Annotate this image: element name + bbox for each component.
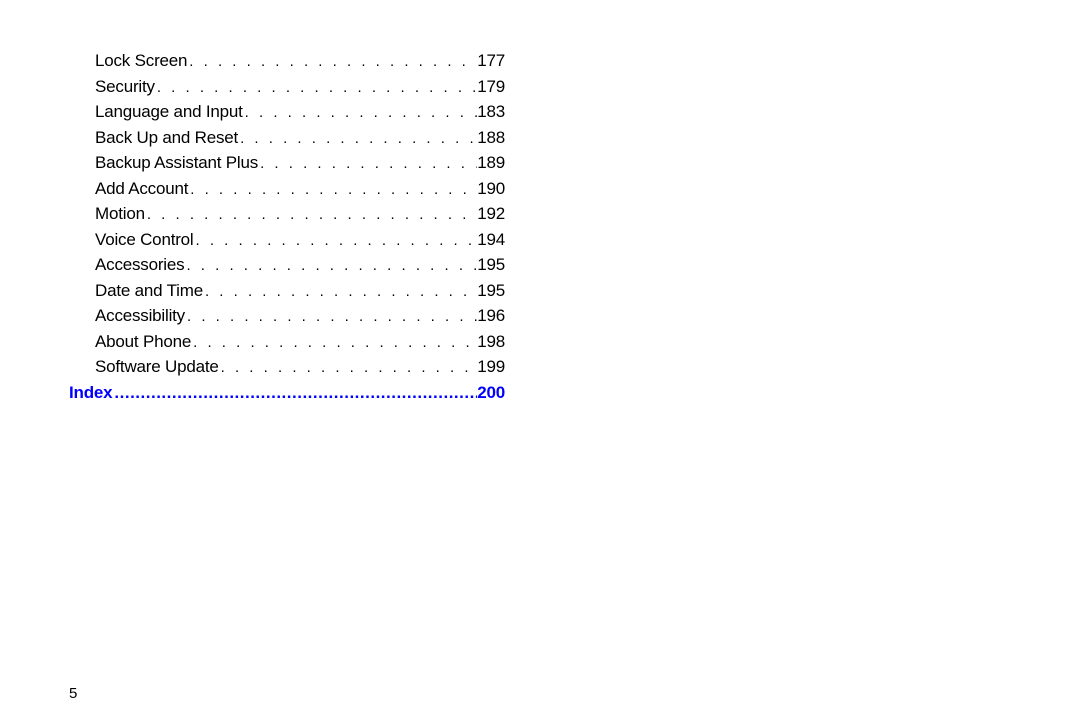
- toc-title: Backup Assistant Plus: [95, 150, 258, 176]
- toc-dots: . . . . . . . . . . . . . . . . . . . . …: [238, 128, 477, 151]
- toc-entry-language-and-input: Language and Input . . . . . . . . . . .…: [95, 99, 505, 125]
- toc-entry-add-account: Add Account . . . . . . . . . . . . . . …: [95, 176, 505, 202]
- toc-title: Index: [69, 380, 112, 406]
- toc-title: Software Update: [95, 354, 219, 380]
- toc-title: Motion: [95, 201, 145, 227]
- toc-dots: . . . . . . . . . . . . . . . . . . . . …: [191, 332, 477, 355]
- toc-entry-voice-control: Voice Control . . . . . . . . . . . . . …: [95, 227, 505, 253]
- toc-dots: . . . . . . . . . . . . . . . . . . . . …: [194, 230, 478, 253]
- toc-title: Voice Control: [95, 227, 194, 253]
- toc-dots: . . . . . . . . . . . . . . . . . . . . …: [185, 306, 477, 329]
- toc-title: About Phone: [95, 329, 191, 355]
- toc-entry-security: Security . . . . . . . . . . . . . . . .…: [95, 74, 505, 100]
- toc-title: Security: [95, 74, 155, 100]
- toc-entry-accessories: Accessories . . . . . . . . . . . . . . …: [95, 252, 505, 278]
- toc-dots: ........................................…: [112, 380, 477, 406]
- toc-entry-motion: Motion . . . . . . . . . . . . . . . . .…: [95, 201, 505, 227]
- toc-container: Lock Screen . . . . . . . . . . . . . . …: [95, 48, 505, 405]
- toc-index-wrapper: Index ..................................…: [69, 380, 505, 406]
- toc-title: Date and Time: [95, 278, 203, 304]
- toc-page: 190: [477, 176, 505, 202]
- toc-entry-lock-screen: Lock Screen . . . . . . . . . . . . . . …: [95, 48, 505, 74]
- toc-dots: . . . . . . . . . . . . . . . . . . . . …: [155, 77, 477, 100]
- toc-dots: . . . . . . . . . . . . . . . . . . . . …: [187, 51, 477, 74]
- toc-page: 200: [477, 380, 505, 406]
- page-number: 5: [69, 685, 77, 702]
- toc-title: Add Account: [95, 176, 188, 202]
- toc-entry-date-and-time: Date and Time . . . . . . . . . . . . . …: [95, 278, 505, 304]
- toc-title: Lock Screen: [95, 48, 187, 74]
- toc-entry-index: Index ..................................…: [69, 380, 505, 406]
- toc-page: 179: [477, 74, 505, 100]
- toc-dots: . . . . . . . . . . . . . . . . . . . . …: [184, 255, 477, 278]
- toc-dots: . . . . . . . . . . . . . . . . . . . . …: [258, 153, 477, 176]
- toc-dots: . . . . . . . . . . . . . . . . . . . . …: [203, 281, 477, 304]
- toc-entry-about-phone: About Phone . . . . . . . . . . . . . . …: [95, 329, 505, 355]
- toc-page: 188: [477, 125, 505, 151]
- toc-dots: . . . . . . . . . . . . . . . . . . . . …: [145, 204, 477, 227]
- toc-page: 198: [477, 329, 505, 355]
- toc-page: 183: [477, 99, 505, 125]
- toc-entry-software-update: Software Update . . . . . . . . . . . . …: [95, 354, 505, 380]
- toc-entry-backup-assistant-plus: Backup Assistant Plus . . . . . . . . . …: [95, 150, 505, 176]
- toc-page: 192: [477, 201, 505, 227]
- toc-page: 194: [477, 227, 505, 253]
- toc-dots: . . . . . . . . . . . . . . . . . . . . …: [219, 357, 478, 380]
- toc-page: 195: [477, 278, 505, 304]
- toc-page: 199: [477, 354, 505, 380]
- toc-dots: . . . . . . . . . . . . . . . . . . . . …: [188, 179, 477, 202]
- toc-title: Accessibility: [95, 303, 185, 329]
- toc-title: Accessories: [95, 252, 184, 278]
- toc-entry-back-up-and-reset: Back Up and Reset . . . . . . . . . . . …: [95, 125, 505, 151]
- toc-title: Back Up and Reset: [95, 125, 238, 151]
- toc-title: Language and Input: [95, 99, 243, 125]
- toc-dots: . . . . . . . . . . . . . . . . . . . . …: [243, 102, 478, 125]
- toc-entry-accessibility: Accessibility . . . . . . . . . . . . . …: [95, 303, 505, 329]
- toc-page: 177: [477, 48, 505, 74]
- toc-page: 189: [477, 150, 505, 176]
- toc-page: 195: [477, 252, 505, 278]
- toc-page: 196: [477, 303, 505, 329]
